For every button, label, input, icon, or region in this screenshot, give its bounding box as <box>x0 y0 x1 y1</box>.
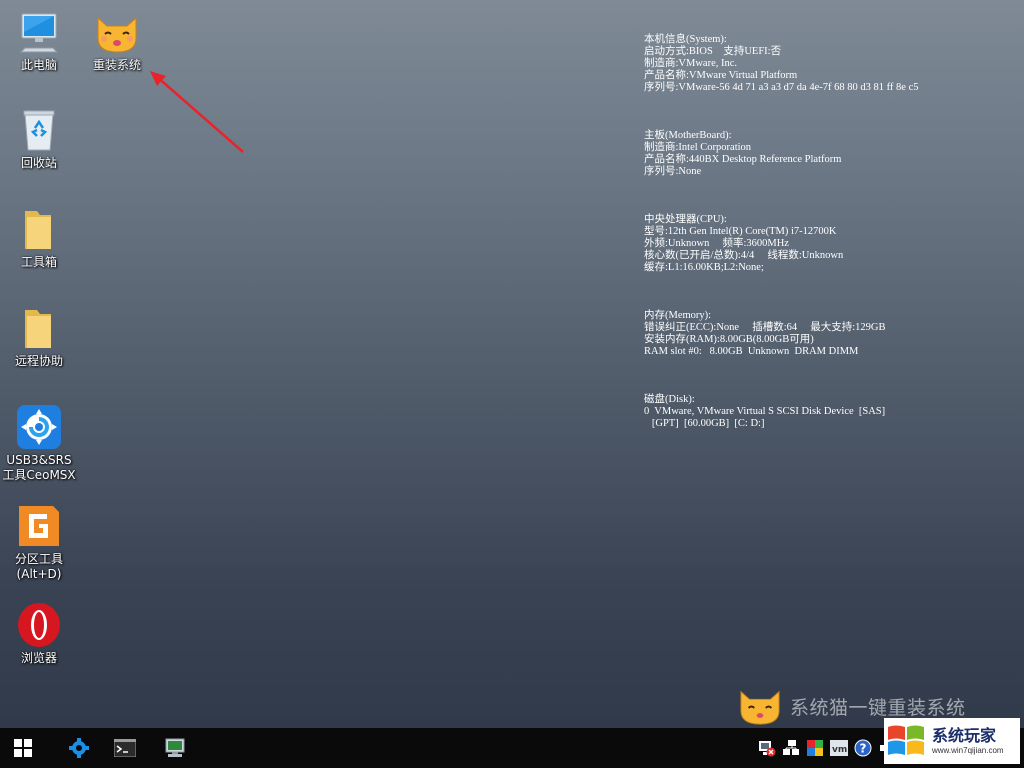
sysinfo-line: RAM slot #0: 8.00GB Unknown DRAM DIMM <box>644 346 859 357</box>
usb-tool-icon <box>17 405 61 449</box>
desktop: 此电脑 重装系统 回收站 工具箱 远程协助 USB3&SRS 工具CeoMSX … <box>0 0 1024 728</box>
vmware-tools-icon[interactable]: vm <box>830 739 848 757</box>
sysinfo-line: 0 VMware, VMware Virtual S SCSI Disk Dev… <box>644 406 886 417</box>
desktop-icon-label: 此电脑 <box>20 58 57 72</box>
computer-icon <box>19 13 59 53</box>
desktop-icon-remote-assist[interactable]: 远程协助 <box>1 304 77 369</box>
taskbar-tool-button[interactable] <box>56 728 102 768</box>
sysinfo-line: 制造商:VMware, Inc. <box>644 58 738 69</box>
desktop-icon-partition-tool[interactable]: 分区工具 (Alt+D) <box>1 502 77 582</box>
sysinfo-line: 本机信息(System): <box>644 34 727 45</box>
desktop-icon-recycle-bin[interactable]: 回收站 <box>1 106 77 171</box>
cat-reinstall-icon <box>97 16 137 53</box>
windows-flag-logo-icon <box>888 725 924 755</box>
sysinfo-line: 序列号:None <box>644 166 702 177</box>
windows-start-icon <box>14 739 32 757</box>
folder-icon <box>25 211 51 249</box>
desktop-icon-this-pc[interactable]: 此电脑 <box>1 8 77 73</box>
sysinfo-line: 磁盘(Disk): <box>644 394 695 405</box>
sysinfo-line: 中央处理器(CPU): <box>644 214 727 225</box>
sysinfo-line: 制造商:Intel Corporation <box>644 142 752 153</box>
watermark-text: 系统猫一键重装系统 <box>790 696 966 719</box>
taskbar-cmd-button[interactable] <box>102 728 148 768</box>
color-app-icon[interactable] <box>806 739 824 757</box>
device-manager-icon <box>165 738 185 757</box>
sysinfo-line: [GPT] [60.00GB] [C: D:] <box>644 418 765 429</box>
brand-url: www.win7qijian.com <box>932 746 1004 755</box>
desktop-icon-usb-tool[interactable]: USB3&SRS 工具CeoMSX <box>1 403 77 483</box>
system-info-panel: 本机信息(System): 启动方式:BIOS 支持UEFI:否 制造商:VMwar… <box>644 10 1020 466</box>
motherboard-info-block: 主板(MotherBoard): 制造商:Intel Corporation 产品名… <box>644 130 1020 178</box>
folder-icon <box>25 310 51 348</box>
taskbar: vm ? <box>0 728 1024 768</box>
sysinfo-line: 缓存:L1:16.00KB;L2:None; <box>644 262 764 273</box>
sysinfo-line: 外频:Unknown 频率:3600MHz <box>644 238 789 249</box>
disk-info-block: 磁盘(Disk): 0 VMware, VMware Virtual S SCSI… <box>644 394 1020 430</box>
desktop-icon-label: 远程协助 <box>14 354 63 368</box>
command-prompt-icon <box>114 739 136 757</box>
opera-browser-icon <box>18 603 60 647</box>
desktop-icon-label: 回收站 <box>20 156 57 170</box>
sysinfo-line: 型号:12th Gen Intel(R) Core(TM) i7-12700K <box>644 226 837 237</box>
sysinfo-line: 启动方式:BIOS 支持UEFI:否 <box>644 46 782 57</box>
diskgenius-icon <box>19 506 59 546</box>
cpu-info-block: 中央处理器(CPU): 型号:12th Gen Intel(R) Core(TM)… <box>644 214 1020 274</box>
cat-logo-icon <box>740 690 780 725</box>
recycle-bin-icon <box>23 110 55 151</box>
brand-logo: 系统玩家 www.win7qijian.com <box>884 718 1020 764</box>
sysinfo-line: 主板(MotherBoard): <box>644 130 732 141</box>
taskbar-device-button[interactable] <box>152 728 198 768</box>
sysinfo-line: 错误纠正(ECC):None 插槽数:64 最大支持:129GB <box>644 322 886 333</box>
memory-info-block: 内存(Memory): 错误纠正(ECC):None 插槽数:64 最大支持:12… <box>644 310 1020 358</box>
desktop-icon-label: 分区工具 (Alt+D) <box>14 552 63 581</box>
desktop-icon-label: USB3&SRS 工具CeoMSX <box>2 453 76 482</box>
desktop-icon-label: 工具箱 <box>20 255 57 269</box>
sysinfo-line: 核心数(已开启/总数):4/4 线程数:Unknown <box>644 250 844 261</box>
network-error-icon[interactable] <box>758 739 776 757</box>
sysinfo-line: 产品名称:VMware Virtual Platform <box>644 70 798 81</box>
sysinfo-line: 产品名称:440BX Desktop Reference Platform <box>644 154 842 165</box>
brand-name: 系统玩家 <box>932 726 997 745</box>
sysinfo-line: 安装内存(RAM):8.00GB(8.00GB可用) <box>644 334 814 345</box>
annotation-arrow <box>150 71 244 153</box>
desktop-icon-browser[interactable]: 浏览器 <box>1 601 77 666</box>
system-info-block: 本机信息(System): 启动方式:BIOS 支持UEFI:否 制造商:VMwar… <box>644 34 1020 94</box>
sysinfo-line: 内存(Memory): <box>644 310 712 321</box>
sysinfo-line: 序列号:VMware-56 4d 71 a3 a3 d7 da 4e-7f 68… <box>644 82 919 93</box>
network-icon[interactable] <box>782 739 800 757</box>
svg-text:?: ? <box>860 742 867 756</box>
help-icon[interactable]: ? <box>854 739 872 757</box>
desktop-icon-toolbox[interactable]: 工具箱 <box>1 205 77 270</box>
start-button[interactable] <box>0 728 46 768</box>
svg-text:vm: vm <box>832 745 847 755</box>
gear-tool-icon <box>69 738 89 758</box>
desktop-icon-label: 浏览器 <box>20 651 57 665</box>
